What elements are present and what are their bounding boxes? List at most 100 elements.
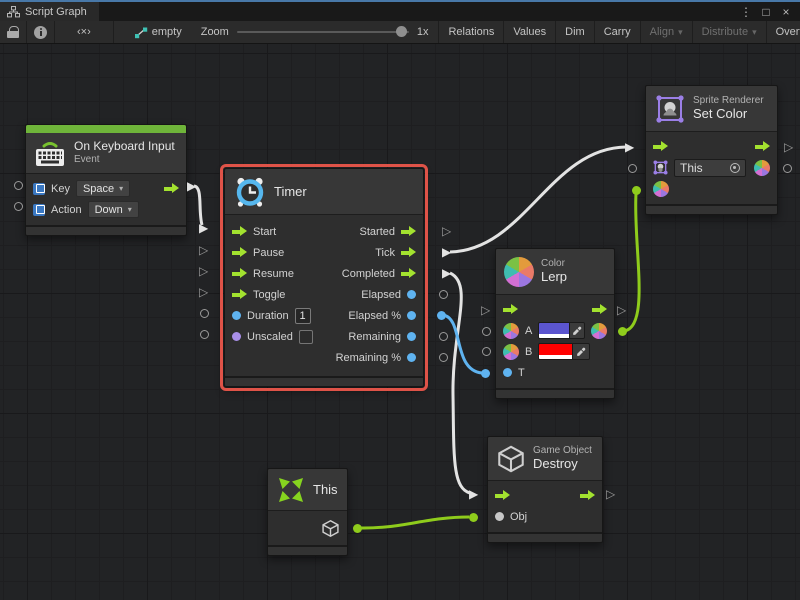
carry-button[interactable]: Carry <box>594 21 640 43</box>
setcolor-node-header[interactable]: Sprite Renderer Set Color <box>646 86 777 132</box>
flow-out-arrow[interactable] <box>580 490 595 501</box>
distribute-button[interactable]: Distribute▾ <box>692 21 766 43</box>
node-color-lerp[interactable]: Color Lerp A B T <box>495 248 615 399</box>
value-out-dot[interactable] <box>407 353 416 362</box>
flow-in-arrow[interactable] <box>503 304 518 315</box>
maximize-icon[interactable]: □ <box>758 5 774 19</box>
port-timer-tick-out[interactable]: ▶ <box>442 246 451 258</box>
port-timer-elapsed-out[interactable] <box>439 290 448 299</box>
node-on-keyboard-input[interactable]: On Keyboard Input Event Key Space▾ Actio… <box>25 124 187 236</box>
flow-in-arrow[interactable] <box>232 226 247 237</box>
flow-out-arrow[interactable] <box>401 268 416 279</box>
flow-in-arrow[interactable] <box>653 141 668 152</box>
node-timer[interactable]: Timer Start Started Pause Tick Resume Co… <box>224 168 424 387</box>
port-lerp-t-in[interactable] <box>481 369 490 378</box>
port-destroy-flow-in[interactable]: ▶ <box>469 488 478 500</box>
port-timer-remaining-pct-out[interactable] <box>439 353 448 362</box>
port-keyboard-key-in[interactable] <box>14 181 23 190</box>
node-destroy[interactable]: Game Object Destroy Obj <box>487 436 603 543</box>
port-timer-unscaled-in[interactable] <box>200 330 209 339</box>
lerp-node-header[interactable]: Color Lerp <box>496 249 614 295</box>
inspector-button[interactable] <box>27 21 55 43</box>
timer-node-header[interactable]: Timer <box>225 169 423 215</box>
node-set-color[interactable]: Sprite Renderer Set Color This <box>645 85 778 215</box>
action-label: Action <box>51 204 82 216</box>
value-in-dot[interactable] <box>495 512 504 521</box>
flow-in-arrow[interactable] <box>232 247 247 258</box>
color-a-swatch[interactable] <box>539 323 568 338</box>
color-in-wheel-icon[interactable] <box>653 181 669 197</box>
port-setcolor-color-in[interactable] <box>632 186 641 195</box>
window-menu-icon[interactable]: ⋮ <box>738 5 754 19</box>
target-value: This <box>680 161 703 175</box>
eyedropper-icon[interactable] <box>569 323 584 338</box>
flow-out-arrow[interactable] <box>401 247 416 258</box>
duration-input[interactable]: 1 <box>295 308 311 324</box>
key-dropdown[interactable]: Space▾ <box>76 180 130 197</box>
color-b-field[interactable] <box>538 343 590 360</box>
color-out-wheel-icon[interactable] <box>754 160 770 176</box>
flow-in-arrow[interactable] <box>232 268 247 279</box>
eyedropper-icon[interactable] <box>572 344 589 359</box>
keyboard-node-header[interactable]: On Keyboard Input Event <box>26 133 186 174</box>
flow-out-arrow[interactable] <box>401 226 416 237</box>
value-in-dot[interactable] <box>232 311 241 320</box>
port-setcolor-value-out[interactable] <box>783 164 792 173</box>
align-button[interactable]: Align▾ <box>640 21 692 43</box>
port-setcolor-flow-in[interactable]: ▶ <box>625 141 634 153</box>
port-keyboard-action-in[interactable] <box>14 202 23 211</box>
value-in-dot[interactable] <box>503 368 512 377</box>
port-timer-remaining-out[interactable] <box>439 332 448 341</box>
node-this[interactable]: This <box>267 468 348 556</box>
target-object-field[interactable]: This <box>674 159 746 177</box>
port-timer-pause-in[interactable]: ▷ <box>199 244 208 256</box>
destroy-node-header[interactable]: Game Object Destroy <box>488 437 602 481</box>
destroy-title: Destroy <box>533 457 592 472</box>
port-timer-toggle-in[interactable]: ▷ <box>199 286 208 298</box>
port-destroy-flow-out[interactable]: ▷ <box>606 488 615 500</box>
port-timer-start-in[interactable]: ▶ <box>199 222 208 234</box>
lock-button[interactable] <box>0 21 27 43</box>
overview-button[interactable]: Overview <box>766 21 800 43</box>
relations-button[interactable]: Relations <box>438 21 503 43</box>
zoom-slider-handle[interactable] <box>396 26 407 37</box>
flow-in-arrow[interactable] <box>495 490 510 501</box>
port-lerp-flow-out[interactable]: ▷ <box>617 304 626 316</box>
port-lerp-b-in[interactable] <box>482 347 491 356</box>
flow-out-arrow[interactable] <box>592 304 607 315</box>
port-timer-started-out[interactable]: ▷ <box>442 225 451 237</box>
port-destroy-obj-in[interactable] <box>469 513 478 522</box>
value-out-dot[interactable] <box>407 311 416 320</box>
value-out-dot[interactable] <box>407 290 416 299</box>
port-timer-resume-in[interactable]: ▷ <box>199 265 208 277</box>
port-lerp-a-in[interactable] <box>482 327 491 336</box>
port-lerp-color-out[interactable] <box>618 327 627 336</box>
color-b-swatch[interactable] <box>539 344 572 359</box>
bool-in-dot[interactable] <box>232 332 241 341</box>
port-keyboard-flow-out[interactable]: ▶ <box>187 180 196 192</box>
flow-in-arrow[interactable] <box>232 289 247 300</box>
port-this-out[interactable] <box>353 524 362 533</box>
port-setcolor-flow-out[interactable]: ▷ <box>784 141 793 153</box>
flow-out-arrow[interactable] <box>164 183 179 194</box>
values-button[interactable]: Values <box>503 21 555 43</box>
port-timer-completed-out[interactable]: ▶ <box>442 267 451 279</box>
unscaled-checkbox[interactable] <box>299 330 313 344</box>
code-view-button[interactable]: ‹×› <box>55 21 114 43</box>
port-lerp-flow-in[interactable]: ▷ <box>481 304 490 316</box>
graph-breadcrumb[interactable]: empty <box>114 21 191 43</box>
tab-script-graph[interactable]: Script Graph <box>0 2 99 21</box>
port-setcolor-target-in[interactable] <box>628 164 637 173</box>
object-picker-icon[interactable] <box>730 163 740 173</box>
port-timer-elapsed-pct-out[interactable] <box>437 311 446 320</box>
close-icon[interactable]: × <box>778 5 794 19</box>
this-node-header[interactable]: This <box>268 469 347 511</box>
dim-button[interactable]: Dim <box>555 21 594 43</box>
color-out-wheel-icon[interactable] <box>591 323 607 339</box>
value-out-dot[interactable] <box>407 332 416 341</box>
port-timer-duration-in[interactable] <box>200 309 209 318</box>
flow-out-arrow[interactable] <box>755 141 770 152</box>
action-dropdown[interactable]: Down▾ <box>88 201 139 218</box>
color-a-field[interactable] <box>538 322 585 339</box>
zoom-slider[interactable] <box>237 31 409 33</box>
